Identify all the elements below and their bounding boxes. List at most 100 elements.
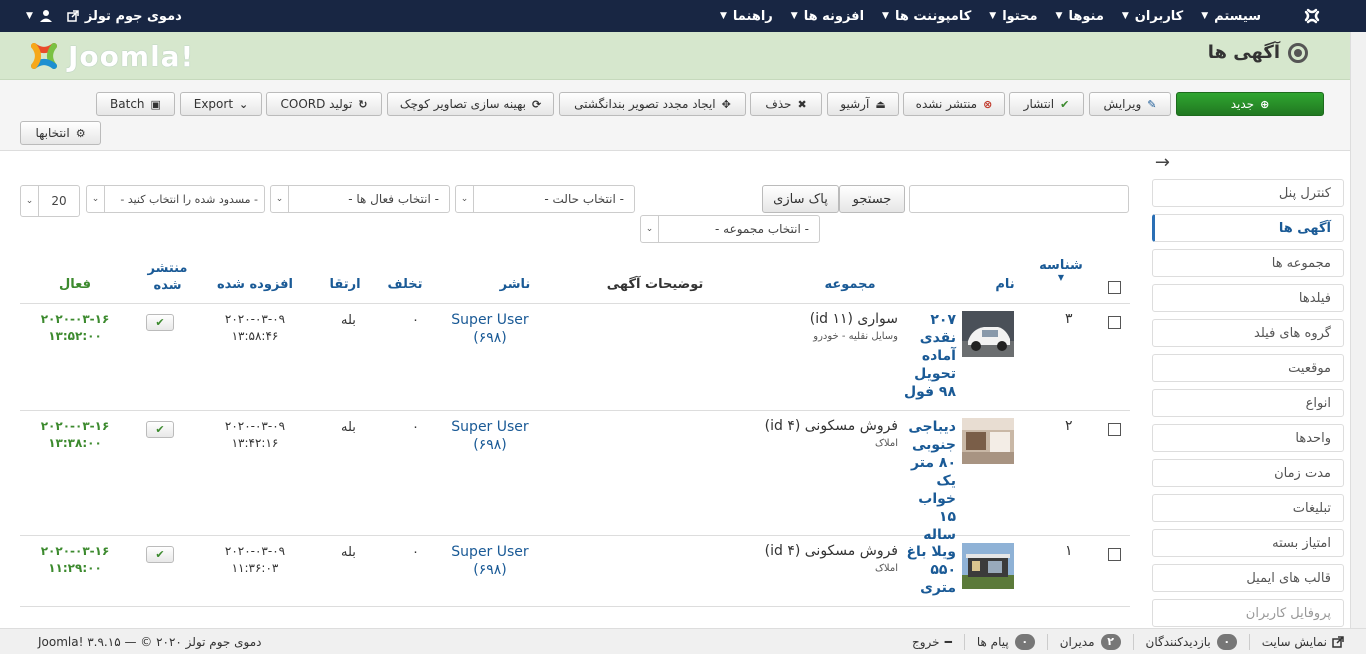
status-footer: نمایش سایت ۰ بازدیدکنندگان ۲ مدیران ۰ پی… xyxy=(0,628,1366,654)
column-promote[interactable]: ارتقا xyxy=(320,277,370,292)
ad-category: فروش مسکونی (id ۴) املاک xyxy=(765,543,898,577)
button-label: جستجو xyxy=(852,191,892,207)
publisher-id: (۶۹۸) xyxy=(473,330,507,346)
export-button[interactable]: ⌄ Export xyxy=(180,92,262,116)
active-date: ۲۰۲۰-۰۳-۱۶ xyxy=(40,419,110,433)
page-scrollbar[interactable] xyxy=(1350,32,1366,628)
added-date: ۲۰۲۰-۰۳-۰۹ xyxy=(224,419,286,433)
published-toggle[interactable]: ✔ xyxy=(146,314,174,331)
target-icon xyxy=(1288,42,1308,63)
ad-name-link[interactable]: دیباجی جنوبی ۸۰ متر یک خواب ۱۵ ساله xyxy=(902,418,956,544)
gear-icon: ⚙ xyxy=(75,126,86,140)
clear-button[interactable]: پاک سازی xyxy=(762,185,839,213)
column-publisher[interactable]: ناشر xyxy=(480,277,550,292)
offense-count: ۰ xyxy=(412,545,419,560)
top-navbar: سیستم ▼ کاربران ▼ منوها ▼ محتوا ▼ کامپوننت ه… xyxy=(0,0,1366,32)
button-label: انتشار xyxy=(1023,97,1055,111)
sidebar-item-fields[interactable]: فیلدها xyxy=(1152,284,1344,312)
category-select[interactable]: - انتخاب مجموعه - ⌄ xyxy=(640,215,820,243)
logout-link[interactable]: ━ خروج xyxy=(912,635,952,649)
move-icon: ✥ xyxy=(721,97,731,111)
divider xyxy=(1248,634,1250,650)
unpublish-button[interactable]: ⊗ منتشر نشده xyxy=(903,92,1005,116)
publisher-link[interactable]: Super User (۶۹۸) xyxy=(445,311,535,347)
button-label: آرشیو xyxy=(840,97,870,111)
caret-down-icon: ▼ xyxy=(882,11,889,21)
sidebar-item-categories[interactable]: مجموعه ها xyxy=(1152,249,1344,277)
header-label: شناسه xyxy=(1039,258,1083,273)
search-input[interactable] xyxy=(909,185,1129,213)
blocked-select[interactable]: - مسدود شده را انتخاب کنید - ⌄ xyxy=(86,185,265,213)
menu-extensions[interactable]: افزونه ها ▼ xyxy=(782,9,873,24)
published-toggle[interactable]: ✔ xyxy=(146,421,174,438)
select-all-checkbox[interactable] xyxy=(1108,281,1121,294)
menu-components[interactable]: کامپوننت ها ▼ xyxy=(873,9,980,24)
button-label: حذف xyxy=(765,97,792,111)
refresh-icon: ⟳ xyxy=(531,97,542,111)
active-select[interactable]: - انتخاب فعال ها - ⌄ xyxy=(270,185,450,213)
publish-button[interactable]: ✔ انتشار xyxy=(1009,92,1084,116)
row-id: ۲ xyxy=(1065,418,1073,434)
state-select[interactable]: - انتخاب حالت - ⌄ xyxy=(455,185,635,213)
edit-button[interactable]: ✎ ویرایش xyxy=(1089,92,1171,116)
toolbar: ⊕ جدید ✎ ویرایش ✔ انتشار ⊗ منتشر نشده ⏏ آرشیو… xyxy=(0,80,1350,151)
row-checkbox[interactable] xyxy=(1108,316,1121,329)
ad-thumbnail-car[interactable] xyxy=(962,311,1014,357)
row-checkbox[interactable] xyxy=(1108,548,1121,561)
archive-button[interactable]: ⏏ آرشیو xyxy=(827,92,899,116)
regenerate-thumbnails-button[interactable]: ✥ ایجاد مجدد تصویر بندانگشتی xyxy=(559,92,746,116)
button-label: ویرایش xyxy=(1103,97,1142,111)
generate-coord-button[interactable]: ↻ تولید COORD xyxy=(266,92,382,116)
table-row: ۲ دیباجی جنوبی ۸۰ متر یک خواب ۱۵ ساله فر… xyxy=(20,411,1130,543)
menu-system[interactable]: سیستم ▼ xyxy=(1192,9,1270,24)
sidebar-item-types[interactable]: انواع xyxy=(1152,389,1344,417)
row-id: ۱ xyxy=(1065,543,1073,559)
menu-users[interactable]: کاربران ▼ xyxy=(1113,9,1192,24)
sidebar-item-locations[interactable]: موقعیت xyxy=(1152,354,1344,382)
site-link[interactable]: دموی جوم تولز xyxy=(67,9,182,24)
ad-thumbnail-villa[interactable] xyxy=(962,543,1014,589)
sidebar-item-ads[interactable]: آگهی ها xyxy=(1152,214,1344,242)
sidebar-item-control-panel[interactable]: کنترل پنل xyxy=(1152,179,1344,207)
optimize-thumbnails-button[interactable]: ⟳ بهینه سازی تصاویر کوچک xyxy=(387,92,554,116)
column-offense[interactable]: تخلف xyxy=(380,277,430,292)
published-toggle[interactable]: ✔ xyxy=(146,546,174,563)
ad-thumbnail-apartment[interactable] xyxy=(962,418,1014,464)
menu-menus[interactable]: منوها ▼ xyxy=(1047,9,1113,24)
chevron-down-icon: ⌄ xyxy=(239,97,249,111)
column-name[interactable]: نام xyxy=(980,277,1030,292)
search-button[interactable]: جستجو xyxy=(839,185,905,213)
column-published[interactable]: منتشر شده xyxy=(140,260,195,294)
menu-content[interactable]: محتوا ▼ xyxy=(980,9,1046,24)
options-button[interactable]: ⚙ انتخابها xyxy=(20,121,101,145)
sidebar-item-durations[interactable]: مدت زمان xyxy=(1152,459,1344,487)
ad-name-link[interactable]: ویلا باغ ۵۵۰ متری xyxy=(902,543,956,597)
column-active[interactable]: فعال xyxy=(40,277,110,292)
view-site-link[interactable]: نمایش سایت xyxy=(1262,635,1344,649)
messages-label[interactable]: پیام ها xyxy=(977,635,1009,649)
ad-name-link[interactable]: ۲۰۷ نقدی آماده تحویل ۹۸ فول xyxy=(902,311,956,401)
column-category[interactable]: مجموعه xyxy=(800,277,900,292)
collapse-arrow-icon[interactable]: → xyxy=(1155,152,1170,173)
publisher-link[interactable]: Super User (۶۹۸) xyxy=(445,418,535,454)
publisher-link[interactable]: Super User (۶۹۸) xyxy=(445,543,535,579)
menu-help[interactable]: راهنما ▼ xyxy=(711,9,782,24)
limit-select[interactable]: 20 ⌄ xyxy=(20,185,80,217)
sidebar-item-label: واحدها xyxy=(1295,430,1331,446)
sidebar-item-advertising[interactable]: تبلیغات xyxy=(1152,494,1344,522)
delete-button[interactable]: ✖ حذف xyxy=(750,92,822,116)
batch-button[interactable]: ▣ Batch xyxy=(96,92,175,116)
column-added[interactable]: افزوده شده xyxy=(210,277,300,292)
sidebar-item-field-groups[interactable]: گروه های فیلد xyxy=(1152,319,1344,347)
sidebar-item-package-points[interactable]: امتیاز بسته xyxy=(1152,529,1344,557)
admins-label: مدیران xyxy=(1059,635,1095,649)
user-menu[interactable]: ▼ xyxy=(26,9,53,23)
sidebar-item-email-templates[interactable]: قالب های ایمیل xyxy=(1152,564,1344,592)
sidebar-item-units[interactable]: واحدها xyxy=(1152,424,1344,452)
column-id[interactable]: شناسه ▼ xyxy=(1036,258,1086,282)
sidebar-item-user-profiles[interactable]: پروفایل کاربران xyxy=(1152,599,1344,627)
joomla-logo-icon[interactable] xyxy=(1302,6,1322,26)
row-checkbox[interactable] xyxy=(1108,423,1121,436)
new-button[interactable]: ⊕ جدید xyxy=(1176,92,1324,116)
button-label: Batch xyxy=(110,97,145,111)
